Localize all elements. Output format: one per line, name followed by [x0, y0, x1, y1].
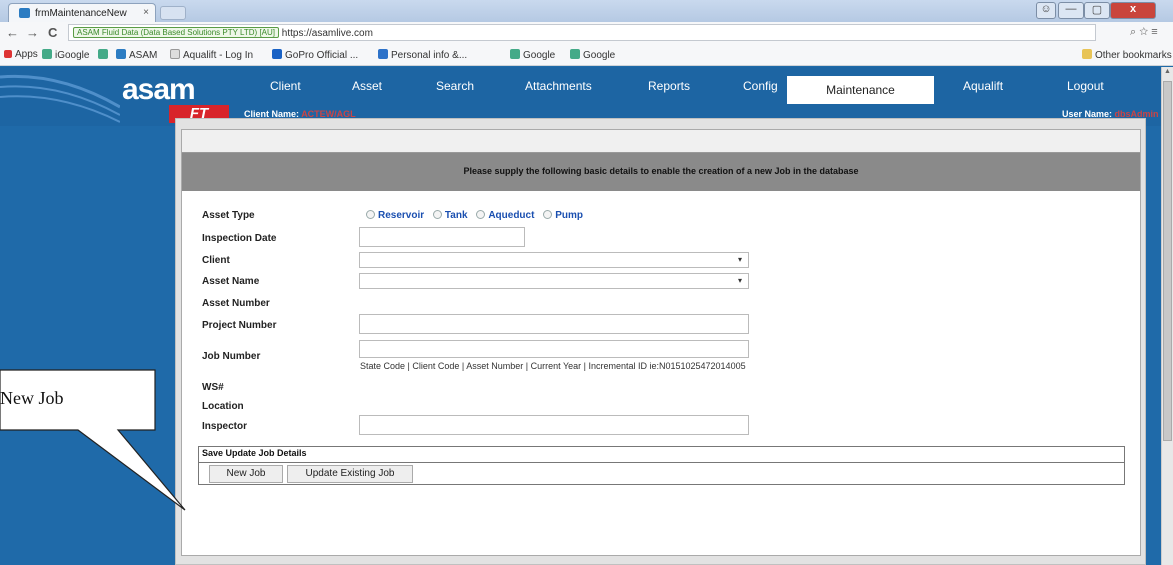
callout-bubble: [0, 369, 186, 511]
callout-text: New Job: [0, 388, 64, 408]
